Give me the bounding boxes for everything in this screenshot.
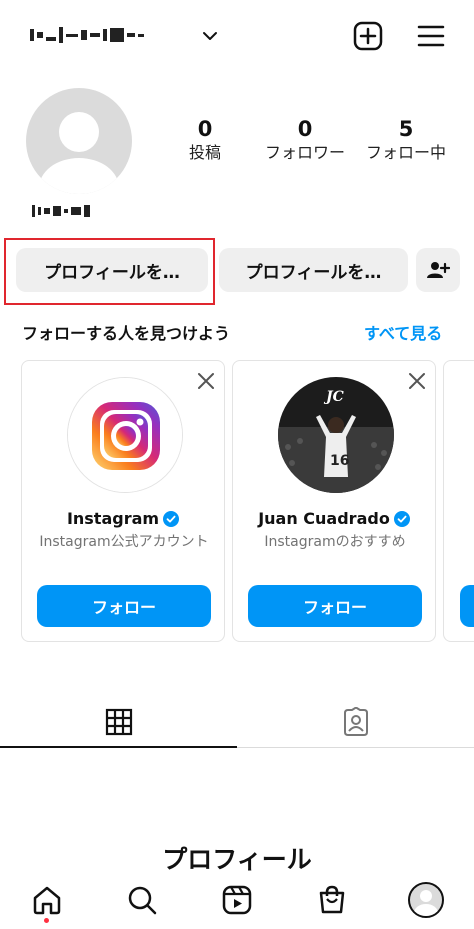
home-icon xyxy=(33,886,61,915)
share-profile-button[interactable]: プロフィールを… xyxy=(219,248,408,292)
followers-label: フォロワー xyxy=(264,143,345,162)
verified-badge-icon xyxy=(393,510,410,527)
following-label: フォロー中 xyxy=(365,143,446,162)
followers-stat[interactable]: 0 フォロワー xyxy=(255,116,355,164)
add-person-icon xyxy=(427,262,450,278)
username-censored xyxy=(30,26,144,44)
suggestion-card[interactable]: 16 JC Juan Cuadrado Instagramのおすすめ フォロー xyxy=(232,360,436,642)
instagram-logo-avatar xyxy=(67,377,183,493)
top-bar xyxy=(0,0,474,72)
suggestion-name[interactable]: Instagram xyxy=(22,509,224,528)
suggestion-card[interactable]: Instagram Instagram公式アカウント フォロー xyxy=(21,360,225,642)
nav-home[interactable] xyxy=(27,880,67,920)
nav-reels[interactable] xyxy=(217,880,257,920)
nav-profile[interactable] xyxy=(406,880,446,920)
suggestion-subtitle: Instagramのおすすめ xyxy=(264,534,406,550)
following-stat[interactable]: 5 フォロー中 xyxy=(356,116,456,164)
discover-people-title: フォローする人を見つけよう xyxy=(22,324,231,343)
juan-cuadrado-avatar: 16 JC xyxy=(278,377,394,493)
close-icon[interactable] xyxy=(196,371,216,391)
tagged-icon xyxy=(343,707,368,736)
menu-icon[interactable] xyxy=(413,18,449,54)
grid-icon xyxy=(105,708,132,736)
followers-count: 0 xyxy=(297,117,313,141)
nav-shop[interactable] xyxy=(312,880,352,920)
discover-people-button[interactable] xyxy=(416,248,460,292)
bottom-navigation xyxy=(0,872,474,929)
suggestion-name-text: Juan Cuadrado xyxy=(258,509,390,528)
display-name-censored xyxy=(32,204,90,218)
shop-icon xyxy=(319,885,345,914)
highlight-box xyxy=(4,238,215,305)
svg-text:JC: JC xyxy=(323,389,344,405)
profile-avatar-small xyxy=(408,882,444,918)
username-switcher[interactable] xyxy=(30,26,144,44)
svg-text:16: 16 xyxy=(330,453,349,469)
reels-icon xyxy=(222,885,252,915)
active-tab-indicator xyxy=(0,746,237,748)
suggestion-card-partial[interactable] xyxy=(443,360,474,642)
tab-posts-grid[interactable] xyxy=(0,696,237,748)
suggestion-name-text: Instagram xyxy=(66,509,160,528)
following-count: 5 xyxy=(398,117,414,141)
suggestion-subtitle: Instagram公式アカウント xyxy=(39,534,209,550)
notification-dot xyxy=(44,918,49,923)
posts-label: 投稿 xyxy=(188,143,221,162)
overlay-caption: プロフィール xyxy=(162,845,312,874)
nav-search[interactable] xyxy=(122,880,162,920)
suggestion-name[interactable]: Juan Cuadrado xyxy=(233,509,435,528)
posts-stat[interactable]: 0 投稿 xyxy=(155,116,255,164)
posts-count: 0 xyxy=(197,117,213,141)
tab-divider xyxy=(237,747,474,748)
see-all-link[interactable]: すべて見る xyxy=(364,320,442,344)
close-icon[interactable] xyxy=(407,371,427,391)
create-icon[interactable] xyxy=(350,18,386,54)
follow-button-partial[interactable] xyxy=(460,585,474,627)
follow-button[interactable]: フォロー xyxy=(248,585,422,627)
search-icon xyxy=(128,886,157,915)
verified-badge-icon xyxy=(163,510,180,527)
profile-avatar[interactable] xyxy=(26,88,132,194)
tab-tagged[interactable] xyxy=(237,696,474,748)
follow-button[interactable]: フォロー xyxy=(37,585,211,627)
chevron-down-icon[interactable] xyxy=(200,26,220,46)
